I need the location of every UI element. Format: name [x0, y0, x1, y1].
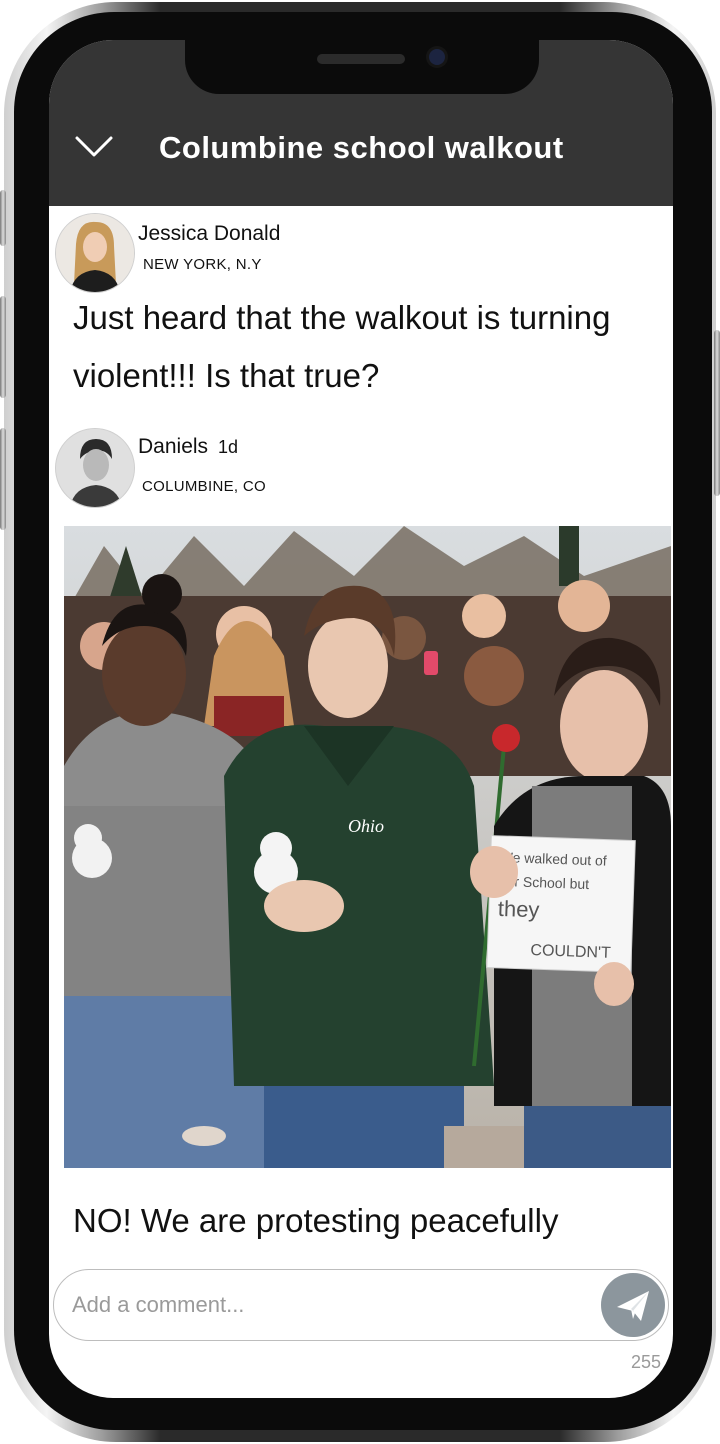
post-location: NEW YORK, N.Y: [143, 256, 262, 273]
svg-text:they: they: [497, 896, 539, 922]
phone-screen: Columbine school walkout Jessica Donald …: [49, 40, 673, 1398]
post-author[interactable]: Daniels 1d: [138, 435, 238, 459]
protest-photo: Ohio We walked out of our School but the…: [64, 526, 671, 1168]
front-camera: [429, 49, 445, 65]
post-author[interactable]: Jessica Donald: [138, 222, 280, 246]
svg-text:COULDN'T: COULDN'T: [530, 942, 611, 962]
mute-switch: [0, 190, 6, 246]
comment-box: [53, 1269, 669, 1341]
reply-text: NO! We are protesting peacefully: [73, 1202, 559, 1239]
send-button[interactable]: [601, 1273, 665, 1337]
post-image[interactable]: Ohio We walked out of our School but the…: [64, 526, 671, 1168]
page-title: Columbine school walkout: [159, 130, 564, 165]
volume-down-button: [0, 428, 6, 530]
comment-input[interactable]: [70, 1286, 574, 1324]
char-count: 255: [630, 1352, 661, 1372]
post-location: COLUMBINE, CO: [142, 478, 266, 495]
notch: [185, 40, 539, 94]
power-button: [714, 330, 720, 496]
post-text: Just heard that the walkout is turning v…: [73, 299, 611, 394]
user-photo-icon: [56, 429, 134, 507]
svg-text:Ohio: Ohio: [348, 816, 384, 836]
avatar[interactable]: [56, 429, 134, 507]
user-photo-icon: [56, 214, 134, 292]
avatar[interactable]: [56, 214, 134, 292]
speaker-grille: [317, 54, 405, 64]
collapse-button[interactable]: [71, 128, 117, 168]
volume-up-button: [0, 296, 6, 398]
author-name: Daniels: [138, 435, 209, 458]
post-age: 1d: [218, 437, 239, 457]
chevron-down-icon: [75, 136, 113, 157]
paper-plane-icon: [617, 1291, 649, 1321]
